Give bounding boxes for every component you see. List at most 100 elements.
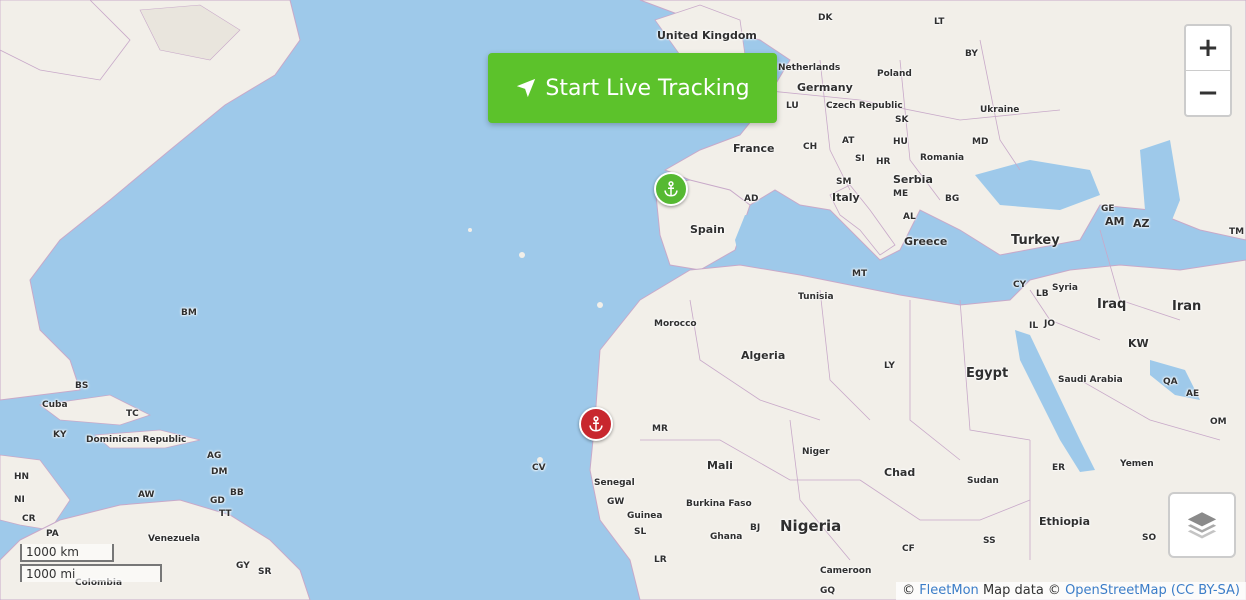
label-dk: DK <box>818 13 833 23</box>
label-gw: GW <box>607 497 625 507</box>
label-gq: GQ <box>820 586 836 596</box>
label-aw: AW <box>138 490 155 500</box>
label-algeria: Algeria <box>741 349 786 362</box>
label-turkey: Turkey <box>1011 233 1060 248</box>
label-sr: SR <box>258 567 272 577</box>
label-ss: SS <box>983 536 996 546</box>
label-saudi-arabia: Saudi Arabia <box>1058 375 1123 385</box>
label-niger: Niger <box>802 447 830 457</box>
label-cr: CR <box>22 514 36 524</box>
label-cv: CV <box>532 463 546 473</box>
label-ad: AD <box>744 194 759 204</box>
label-chad: Chad <box>884 466 916 479</box>
label-iraq: Iraq <box>1097 297 1127 312</box>
label-lu: LU <box>786 101 799 111</box>
license-link[interactable]: (CC BY-SA) <box>1171 583 1240 598</box>
label-guinea: Guinea <box>627 511 663 521</box>
label-venezuela: Venezuela <box>148 534 200 544</box>
label-greece: Greece <box>904 235 948 248</box>
label-morocco: Morocco <box>654 319 697 329</box>
label-az: AZ <box>1133 217 1150 230</box>
label-tunisia: Tunisia <box>798 292 834 302</box>
label-qa: QA <box>1163 377 1178 387</box>
port-marker-green[interactable] <box>654 172 688 206</box>
layers-icon <box>1187 512 1217 539</box>
label-lr: LR <box>654 555 667 565</box>
label-sudan: Sudan <box>967 476 999 486</box>
anchor-icon <box>664 181 678 197</box>
label-cameroon: Cameroon <box>820 566 872 576</box>
label-tm: TM <box>1229 227 1245 237</box>
label-ethiopia: Ethiopia <box>1039 515 1090 528</box>
label-ukraine: Ukraine <box>980 105 1020 115</box>
label-sl: SL <box>634 527 647 537</box>
label-iran: Iran <box>1172 299 1202 314</box>
label-romania: Romania <box>920 153 965 163</box>
label-il: IL <box>1029 321 1039 331</box>
scale-imperial: 1000 mi <box>20 564 162 582</box>
map-attribution: © FleetMon Map data © OpenStreetMap (CC … <box>896 582 1246 600</box>
label-nigeria: Nigeria <box>780 517 842 535</box>
label-om: OM <box>1210 417 1227 427</box>
label-si: SI <box>855 154 865 164</box>
label-at: AT <box>842 136 855 146</box>
label-bj: BJ <box>750 523 761 533</box>
label-poland: Poland <box>877 69 912 79</box>
label-ae: AE <box>1186 389 1200 399</box>
label-ghana: Ghana <box>710 532 743 542</box>
scale-metric: 1000 km <box>20 544 114 562</box>
label-dominican-republic: Dominican Republic <box>86 435 187 445</box>
label-am: AM <box>1105 215 1125 228</box>
label-ky: KY <box>53 430 67 440</box>
start-live-tracking-label: Start Live Tracking <box>545 75 750 101</box>
label-cf: CF <box>902 544 915 554</box>
anchor-icon <box>589 416 603 432</box>
label-hn: HN <box>14 472 30 482</box>
label-mt: MT <box>852 269 868 279</box>
label-sm: SM <box>836 177 852 187</box>
fleetmon-link[interactable]: FleetMon <box>919 583 979 598</box>
zoom-out-button[interactable]: − <box>1186 70 1230 115</box>
label-ch: CH <box>803 142 818 152</box>
label-germany: Germany <box>797 81 853 94</box>
label-tt: TT <box>219 509 232 519</box>
label-france: France <box>733 142 775 155</box>
label-lt: LT <box>934 17 945 27</box>
label-al: AL <box>903 212 916 222</box>
attribution-map-data: Map data © <box>982 583 1061 598</box>
label-so: SO <box>1142 533 1157 543</box>
label-ge: GE <box>1101 204 1115 214</box>
label-me: ME <box>893 189 909 199</box>
label-bb: BB <box>230 488 244 498</box>
label-netherlands: Netherlands <box>778 63 841 73</box>
label-lb: LB <box>1036 289 1049 299</box>
port-marker-red[interactable] <box>579 407 613 441</box>
label-jo: JO <box>1044 319 1055 329</box>
label-burkina-faso: Burkina Faso <box>686 499 752 509</box>
label-bs: BS <box>75 381 89 391</box>
label-cy: CY <box>1013 280 1027 290</box>
label-pa: PA <box>46 529 59 539</box>
label-ly: LY <box>884 361 895 371</box>
attribution-prefix: © <box>902 583 916 598</box>
label-by: BY <box>965 49 978 59</box>
label-senegal: Senegal <box>594 478 635 488</box>
zoom-in-button[interactable]: + <box>1186 26 1230 70</box>
label-er: ER <box>1052 463 1066 473</box>
location-arrow-icon <box>517 78 536 98</box>
label-serbia: Serbia <box>893 173 933 186</box>
label-gy: GY <box>236 561 250 571</box>
label-hu: HU <box>893 137 908 147</box>
label-kw: KW <box>1128 337 1149 350</box>
label-yemen: Yemen <box>1120 459 1154 469</box>
map-view[interactable]: United Kingdom DK LT BY Netherlands Germ… <box>0 0 1246 600</box>
layers-button[interactable] <box>1168 492 1236 558</box>
start-live-tracking-button[interactable]: Start Live Tracking <box>488 53 777 123</box>
label-bm: BM <box>181 308 197 318</box>
label-hr: HR <box>876 157 891 167</box>
openstreetmap-link[interactable]: OpenStreetMap <box>1065 583 1167 598</box>
label-sk: SK <box>895 115 909 125</box>
label-egypt: Egypt <box>966 366 1009 381</box>
scale-bar: 1000 km 1000 mi <box>20 544 162 582</box>
zoom-control: + − <box>1184 24 1232 117</box>
